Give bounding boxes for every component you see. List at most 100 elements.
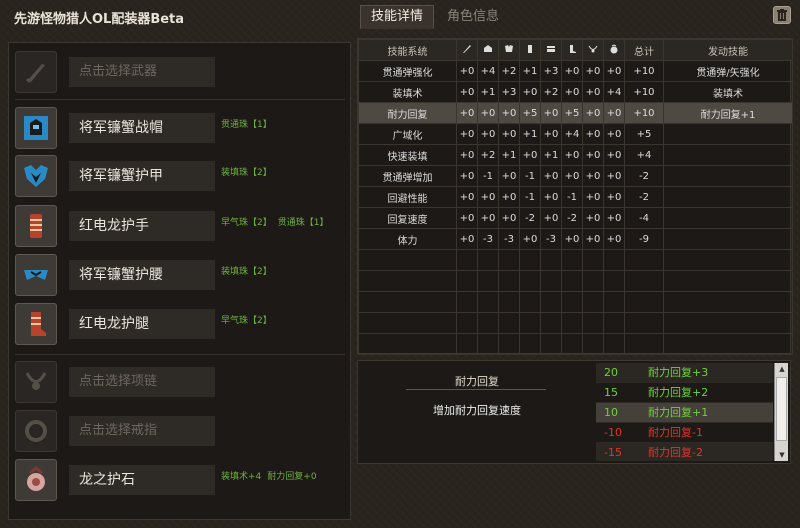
slot-waist[interactable]: 将军镰蟹护腰 装填珠【2】 [15, 254, 345, 296]
slot-ring-name[interactable]: 点击选择戒指 [69, 416, 215, 446]
empty-cell [603, 291, 625, 313]
helmet-icon [15, 107, 57, 149]
empty-cell [561, 291, 583, 313]
slot-arms-name[interactable]: 红电龙护手 [69, 211, 215, 241]
skill-point-cell: +0 [603, 144, 625, 166]
skill-point-cell: +0 [519, 81, 541, 103]
empty-cell [456, 333, 478, 355]
chest-col-icon [498, 39, 520, 61]
slot-legs[interactable]: 红电龙护腿 早气珠【2】 [15, 303, 345, 345]
empty-cell [477, 333, 499, 355]
activated-skill-cell [663, 144, 793, 166]
skill-point-cell: +4 [603, 81, 625, 103]
skill-row[interactable]: 贯通弹强化 +0 +4 +2 +1 +3 +0 +0 +0 +10 贯通弹/矢强化 [358, 60, 793, 82]
skill-point-cell: +5 [561, 102, 583, 124]
scroll-thumb[interactable] [776, 377, 787, 441]
empty-cell [582, 312, 604, 334]
skill-point-cell: -1 [477, 165, 499, 187]
skill-detail-info: 耐力回复 增加耐力回复速度 [358, 361, 596, 463]
skill-row[interactable]: 贯通弹增加 +0 -1 +0 -1 +0 +0 +0 +0 -2 [358, 165, 793, 187]
skill-total-cell: +10 [624, 60, 664, 82]
slot-charm-name[interactable]: 龙之护石 [69, 465, 215, 495]
slot-necklace[interactable]: 点击选择项链 [15, 361, 345, 403]
empty-cell [603, 249, 625, 271]
skill-row[interactable]: 广域化 +0 +0 +0 +1 +0 +4 +0 +0 +5 [358, 123, 793, 145]
skill-row[interactable]: 回避性能 +0 +0 +0 -1 +0 -1 +0 +0 -2 [358, 186, 793, 208]
empty-cell [519, 312, 541, 334]
slot-weapon[interactable]: 点击选择武器 [15, 51, 345, 93]
empty-cell [540, 291, 562, 313]
level-skill: 耐力回复+3 [648, 366, 709, 379]
slot-waist-decorations: 装填珠【2】 [221, 267, 272, 277]
empty-cell [663, 291, 793, 313]
skill-row[interactable]: 回复速度 +0 +0 +0 -2 +0 -2 +0 +0 -4 [358, 207, 793, 229]
skill-point-cell: +0 [582, 81, 604, 103]
skill-point-cell: +0 [456, 81, 478, 103]
skill-level-scrollbar[interactable]: ▲ ▼ [774, 363, 788, 461]
slot-weapon-name[interactable]: 点击选择武器 [69, 57, 215, 87]
skill-point-cell: +0 [477, 123, 499, 145]
skill-point-cell: +4 [477, 60, 499, 82]
slot-chest[interactable]: 将军镰蟹护甲 装填珠【2】 [15, 155, 345, 197]
skill-point-cell: +0 [540, 123, 562, 145]
skill-row[interactable]: 装填术 +0 +1 +3 +0 +2 +0 +0 +4 +10 装填术 [358, 81, 793, 103]
skill-point-cell: +3 [498, 81, 520, 103]
skill-point-cell: +0 [582, 165, 604, 187]
tab-skill-details[interactable]: 技能详情 [360, 5, 435, 29]
slot-helmet-name[interactable]: 将军镰蟹战帽 [69, 113, 215, 143]
empty-cell [456, 312, 478, 334]
slot-helmet[interactable]: 将军镰蟹战帽 贯通珠【1】 [15, 107, 345, 149]
divider [15, 354, 345, 355]
skill-detail-name: 耐力回复 [455, 375, 499, 388]
empty-cell [663, 333, 793, 355]
skill-row[interactable]: 耐力回复 +0 +0 +0 +5 +0 +5 +0 +0 +10 耐力回复+1 [358, 102, 793, 124]
tab-character-info[interactable]: 角色信息 [436, 5, 510, 29]
slot-chest-name[interactable]: 将军镰蟹护甲 [69, 161, 215, 191]
leg-col-icon [561, 39, 583, 61]
skill-detail-panel: 耐力回复 增加耐力回复速度 20 耐力回复+3 15 耐力回复+2 10 耐力回复+1 -1… [357, 360, 791, 464]
skill-point-cell: +1 [519, 123, 541, 145]
trash-icon [777, 9, 787, 21]
skill-point-cell: +0 [603, 165, 625, 187]
skill-point-cell: +0 [561, 144, 583, 166]
slot-arms[interactable]: 红电龙护手 早气珠【2】 贯通珠【1】 [15, 205, 345, 247]
scroll-up-icon[interactable]: ▲ [775, 363, 789, 375]
slot-necklace-name[interactable]: 点击选择项链 [69, 367, 215, 397]
empty-cell [456, 291, 478, 313]
slot-ring[interactable]: 点击选择戒指 [15, 410, 345, 452]
empty-cell [498, 249, 520, 271]
slot-legs-name[interactable]: 红电龙护腿 [69, 309, 215, 339]
skill-point-cell: +1 [519, 60, 541, 82]
slot-charm[interactable]: 龙之护石 装填术+4 耐力回复+0 [15, 459, 345, 501]
charm-icon [15, 459, 57, 501]
skill-level-row[interactable]: -10 耐力回复-1 [596, 423, 773, 443]
skill-table-body: 贯通弹强化 +0 +4 +2 +1 +3 +0 +0 +0 +10 贯通弹/矢强化 装填术 +0 +1 +3… [358, 60, 793, 355]
header-total: 总计 [624, 39, 664, 61]
leg-armor-icon [15, 303, 57, 345]
skill-level-row[interactable]: 15 耐力回复+2 [596, 383, 773, 403]
empty-cell [624, 270, 664, 292]
trash-button[interactable] [773, 6, 791, 24]
skill-point-cell: +0 [582, 207, 604, 229]
scroll-down-icon[interactable]: ▼ [775, 449, 789, 461]
skill-level-row[interactable]: 20 耐力回复+3 [596, 363, 773, 383]
skill-total-cell: +4 [624, 144, 664, 166]
skill-point-cell: +2 [540, 81, 562, 103]
skill-row[interactable]: 体力 +0 -3 -3 +0 -3 +0 +0 +0 -9 [358, 228, 793, 250]
skill-system-name: 体力 [358, 228, 457, 250]
slot-waist-name[interactable]: 将军镰蟹护腰 [69, 260, 215, 290]
empty-cell [561, 333, 583, 355]
skill-row[interactable]: 快速装填 +0 +2 +1 +0 +1 +0 +0 +0 +4 [358, 144, 793, 166]
sword-icon [15, 51, 57, 93]
level-points: -10 [604, 426, 622, 439]
skill-point-cell: +0 [603, 186, 625, 208]
skill-point-cell: +0 [561, 165, 583, 187]
helmet-col-icon [477, 39, 499, 61]
skill-point-cell: +0 [456, 144, 478, 166]
empty-cell [540, 333, 562, 355]
skill-level-row[interactable]: 10 耐力回复+1 [596, 403, 773, 423]
skill-level-row[interactable]: -15 耐力回复-2 [596, 443, 773, 461]
activated-skill-cell [663, 123, 793, 145]
skill-point-cell: +0 [603, 207, 625, 229]
skill-level-list[interactable]: 20 耐力回复+3 15 耐力回复+2 10 耐力回复+1 -10 耐力回复-1 -15 耐力回复… [596, 363, 773, 461]
